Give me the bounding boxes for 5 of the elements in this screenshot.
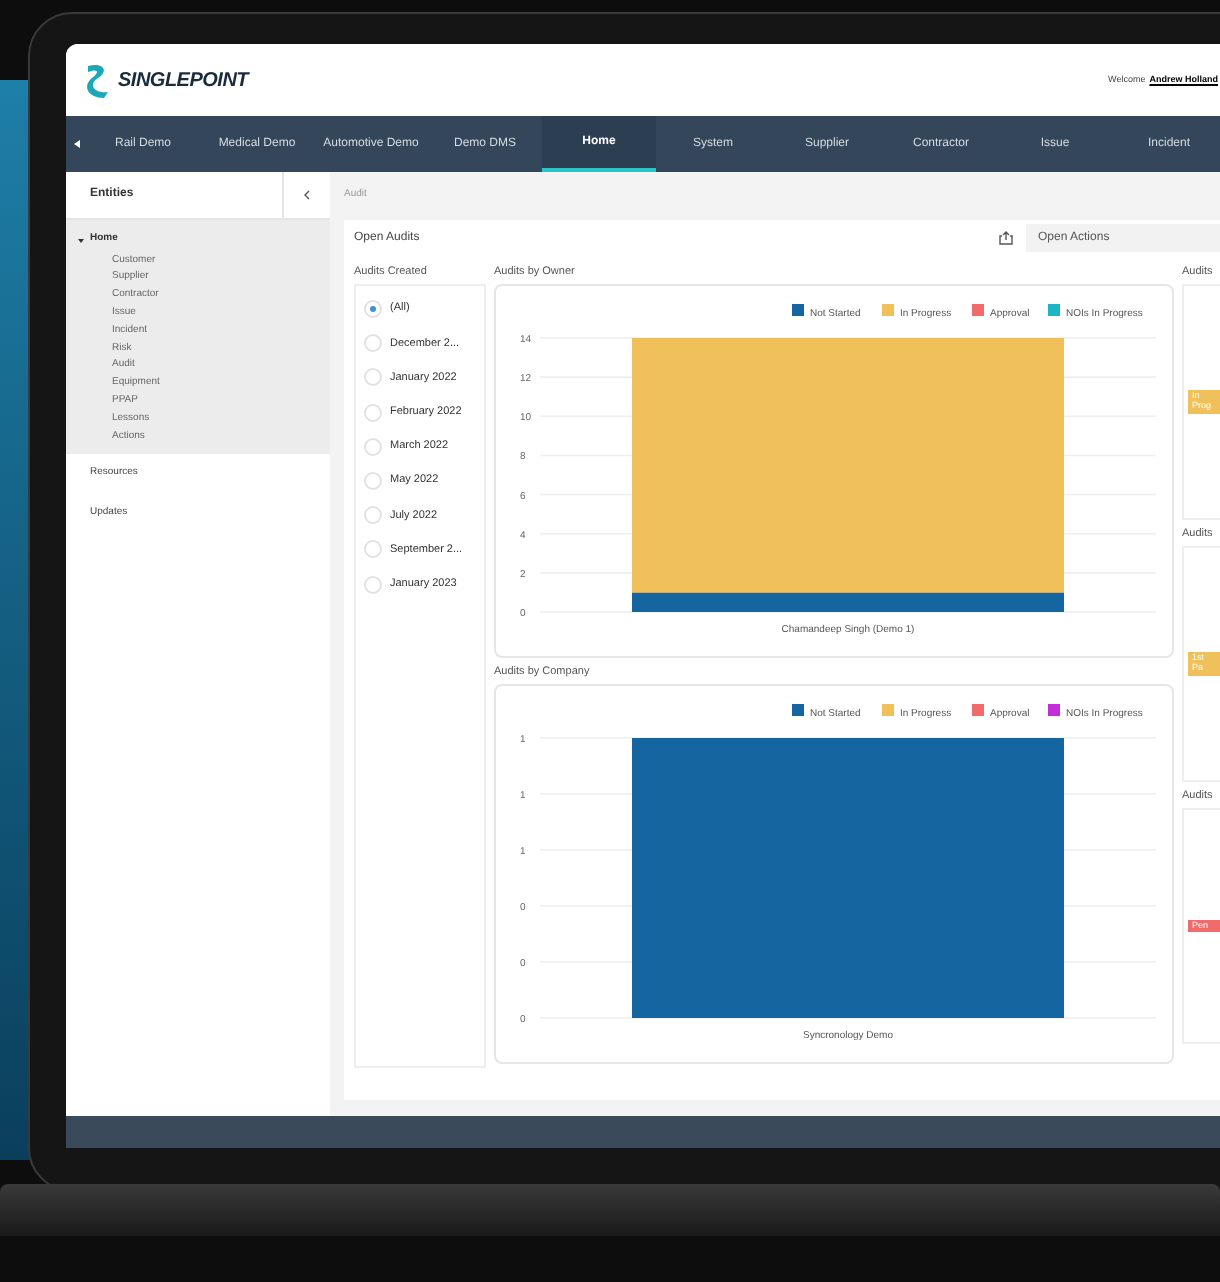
logo-icon [82,62,114,98]
scroll-left-icon[interactable] [73,140,79,148]
logo-wordmark: SINGLEPOINT [118,67,249,95]
share-icon[interactable] [998,230,1014,246]
chevron-left-icon [304,190,310,200]
